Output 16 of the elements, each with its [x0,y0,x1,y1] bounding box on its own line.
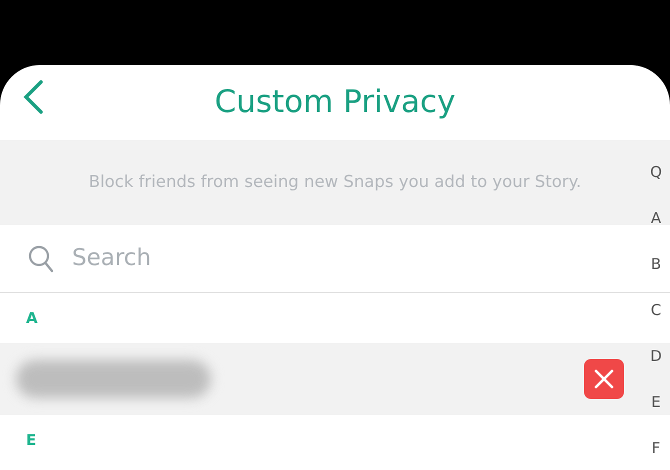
index-letter[interactable]: F [648,438,664,458]
back-icon [22,79,44,115]
index-letter[interactable]: C [648,300,664,320]
close-icon [594,369,614,389]
index-letter[interactable]: B [648,254,664,274]
index-letter[interactable]: Q [648,162,664,182]
index-letter[interactable]: D [648,346,664,366]
screen-title: Custom Privacy [214,83,456,122]
info-text: Block friends from seeing new Snaps you add to your Story. [88,171,582,194]
block-toggle[interactable] [584,359,624,399]
search-icon [28,244,54,272]
back-button[interactable] [22,79,44,115]
section-letter: A [26,308,38,329]
section-letter: E [26,430,36,451]
index-letter[interactable]: A [648,208,664,228]
index-letter[interactable]: E [648,392,664,412]
